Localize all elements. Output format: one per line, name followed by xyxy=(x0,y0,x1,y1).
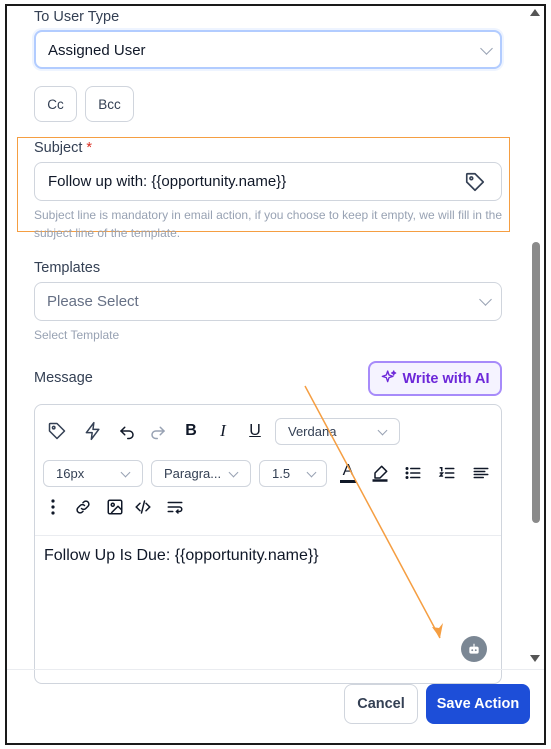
action-panel: To User Type Assigned User Cc Bcc Subjec… xyxy=(5,4,546,745)
footer-divider xyxy=(7,669,544,670)
cancel-button[interactable]: Cancel xyxy=(344,684,418,724)
scroll-down-arrow-icon[interactable] xyxy=(530,655,540,662)
scroll-up-arrow-icon[interactable] xyxy=(530,9,540,16)
scrollbar-thumb[interactable] xyxy=(532,242,540,523)
annotation-arrow xyxy=(304,385,443,639)
save-action-button[interactable]: Save Action xyxy=(426,684,530,724)
robot-assistant-icon[interactable] xyxy=(461,636,487,662)
